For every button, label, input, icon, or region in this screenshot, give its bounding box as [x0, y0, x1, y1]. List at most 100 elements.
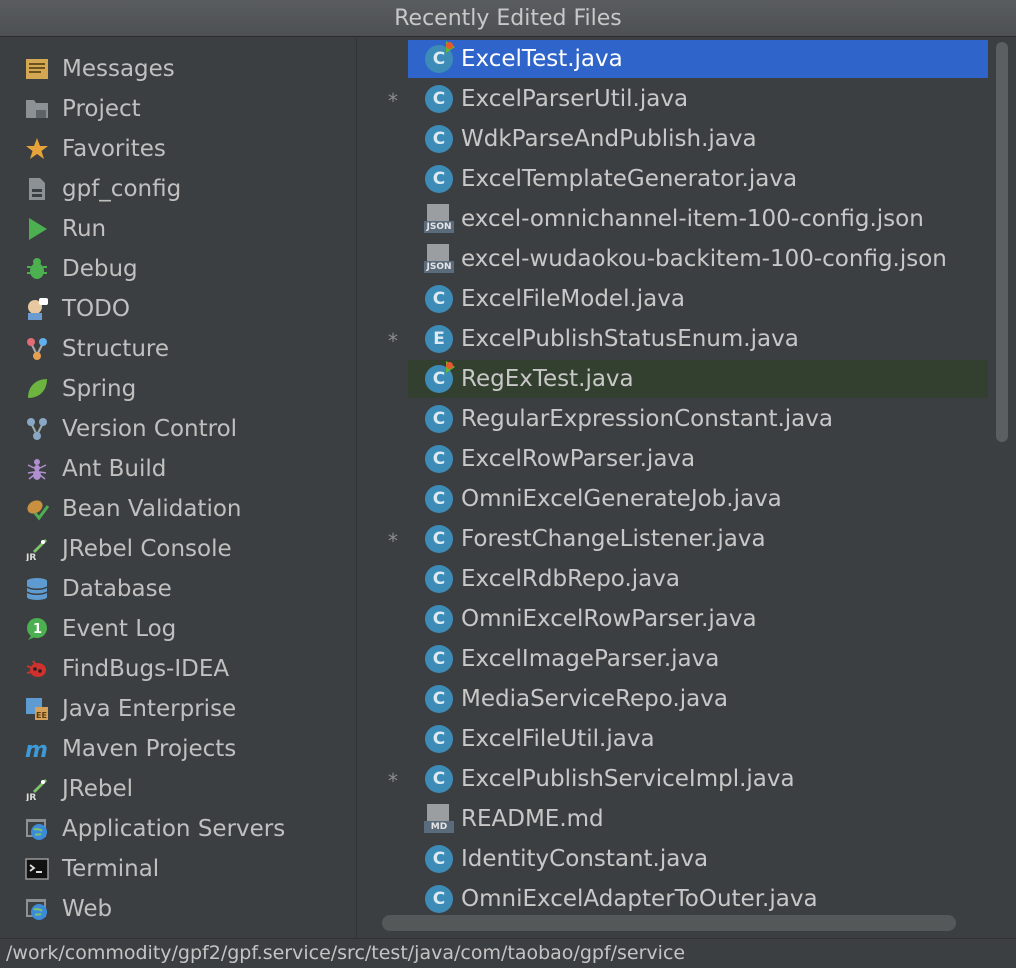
- tool-window-label: Event Log: [62, 616, 177, 642]
- terminal-icon: [24, 856, 50, 882]
- java-class-icon: C: [424, 684, 454, 714]
- recent-file-item[interactable]: C MediaServiceRepo.java: [408, 680, 988, 718]
- document-page: [427, 244, 449, 262]
- document-shape: JSON: [424, 204, 454, 234]
- tool-window-messages[interactable]: Messages: [0, 49, 356, 89]
- recent-file-item[interactable]: C ExcelTemplateGenerator.java: [408, 160, 988, 198]
- recent-file-item[interactable]: C WdkParseAndPublish.java: [408, 120, 988, 158]
- tool-window-debug[interactable]: Debug: [0, 249, 356, 289]
- tool-window-spring[interactable]: Spring: [0, 369, 356, 409]
- recent-file-item[interactable]: JSON excel-wudaokou-backitem-100-config.j…: [408, 240, 988, 278]
- tool-window-application-servers[interactable]: Application Servers: [0, 809, 356, 849]
- file-type-letter: C: [425, 605, 453, 633]
- recent-file-item[interactable]: C ForestChangeListener.java: [408, 520, 988, 558]
- file-type-letter: C: [425, 565, 453, 593]
- tool-window-run[interactable]: Run: [0, 209, 356, 249]
- svg-text:JR: JR: [25, 793, 36, 801]
- event-log-icon: 1: [24, 616, 50, 642]
- java-enum-icon: E: [424, 324, 454, 354]
- tool-window-structure[interactable]: Structure: [0, 329, 356, 369]
- tool-window-label: Java Enterprise: [62, 696, 237, 722]
- tool-window-gpf-config[interactable]: gpf_config: [0, 169, 356, 209]
- tool-window-terminal[interactable]: Terminal: [0, 849, 356, 889]
- recent-file-item[interactable]: C OmniExcelRowParser.java: [408, 600, 988, 638]
- svg-text:JR: JR: [25, 553, 36, 561]
- recent-file-item[interactable]: C ExcelImageParser.java: [408, 640, 988, 678]
- file-type-letter: C: [425, 885, 453, 913]
- recent-file-item[interactable]: C ExcelPublishServiceImpl.java: [408, 760, 988, 798]
- tool-window-findbugs-idea[interactable]: FindBugs-IDEA: [0, 649, 356, 689]
- java-class-icon: C: [424, 124, 454, 154]
- tool-window-label: JRebel: [62, 776, 134, 802]
- recent-file-item[interactable]: C RegularExpressionConstant.java: [408, 400, 988, 438]
- findbugs-icon: [24, 656, 50, 682]
- structure-icon: [24, 336, 50, 362]
- tool-window-database[interactable]: Database: [0, 569, 356, 609]
- ant-icon: [24, 456, 50, 482]
- tool-window-project[interactable]: Project: [0, 89, 356, 129]
- recent-file-item[interactable]: C ExcelRdbRepo.java: [408, 560, 988, 598]
- file-type-letter: E: [425, 325, 453, 353]
- tool-window-java-enterprise[interactable]: EE Java Enterprise: [0, 689, 356, 729]
- debug-bug-icon: [24, 256, 50, 282]
- file-name: MediaServiceRepo.java: [461, 686, 728, 712]
- tool-window-jrebel-console[interactable]: JR JRebel Console: [0, 529, 356, 569]
- tool-window-label: Ant Build: [62, 456, 167, 482]
- recent-file-item[interactable]: C RegExTest.java: [408, 360, 988, 398]
- recent-file-item[interactable]: C ExcelParserUtil.java: [408, 80, 988, 118]
- modified-indicator: *: [388, 329, 398, 353]
- java-class-icon: C: [424, 164, 454, 194]
- recent-file-item[interactable]: C OmniExcelGenerateJob.java: [408, 480, 988, 518]
- todo-icon: [24, 296, 50, 322]
- file-name: ExcelParserUtil.java: [461, 86, 689, 112]
- vertical-scrollbar[interactable]: [996, 42, 1008, 442]
- tool-window-label: FindBugs-IDEA: [62, 656, 230, 682]
- file-type-tag: JSON: [424, 221, 454, 233]
- java-class-icon: C: [424, 41, 455, 74]
- file-type-letter: C: [425, 445, 453, 473]
- tool-window-maven-projects[interactable]: m Maven Projects: [0, 729, 356, 769]
- tool-window-list: Messages Project Favorites gpf_config Run Deb…: [0, 38, 357, 938]
- favorites-star-icon: [24, 136, 50, 162]
- tool-window-label: Structure: [62, 336, 169, 362]
- recent-file-item[interactable]: C OmniExcelAdapterToOuter.java: [408, 880, 988, 918]
- recent-file-item[interactable]: C ExcelRowParser.java: [408, 440, 988, 478]
- svg-text:EE: EE: [36, 711, 47, 720]
- recent-file-item[interactable]: C ExcelTest.java: [408, 40, 988, 78]
- horizontal-scrollbar[interactable]: [382, 915, 956, 931]
- tool-window-favorites[interactable]: Favorites: [0, 129, 356, 169]
- tool-window-jrebel[interactable]: JR JRebel: [0, 769, 356, 809]
- java-class-icon: C: [424, 884, 454, 914]
- recent-file-item[interactable]: C ExcelFileUtil.java: [408, 720, 988, 758]
- tool-window-todo[interactable]: TODO: [0, 289, 356, 329]
- file-type-letter: C: [425, 485, 453, 513]
- project-icon: [24, 96, 50, 122]
- file-type-letter: C: [425, 165, 453, 193]
- recent-file-item[interactable]: JSON excel-omnichannel-item-100-config.js…: [408, 200, 988, 238]
- java-class-icon: C: [424, 444, 454, 474]
- tool-window-event-log[interactable]: 1 Event Log: [0, 609, 356, 649]
- run-icon: [24, 216, 50, 242]
- markdown-file-icon: MD: [424, 804, 454, 834]
- jrebel-icon: JR: [24, 776, 50, 802]
- file-name: ExcelPublishServiceImpl.java: [461, 766, 795, 792]
- tool-window-label: Project: [62, 96, 141, 122]
- tool-window-label: gpf_config: [62, 176, 182, 202]
- spring-leaf-icon: [24, 376, 50, 402]
- tool-window-label: Run: [62, 216, 107, 242]
- recent-file-item[interactable]: C IdentityConstant.java: [408, 840, 988, 878]
- tool-window-label: Messages: [62, 56, 175, 82]
- java-class-icon: C: [424, 644, 454, 674]
- tool-window-ant-build[interactable]: Ant Build: [0, 449, 356, 489]
- version-control-icon: [24, 416, 50, 442]
- recent-file-item[interactable]: MD README.md: [408, 800, 988, 838]
- recent-file-item[interactable]: E ExcelPublishStatusEnum.java: [408, 320, 988, 358]
- tool-window-bean-validation[interactable]: Bean Validation: [0, 489, 356, 529]
- tool-window-label: Favorites: [62, 136, 166, 162]
- file-name: RegExTest.java: [461, 366, 634, 392]
- recent-file-item[interactable]: C ExcelFileModel.java: [408, 280, 988, 318]
- file-name: ExcelFileModel.java: [461, 286, 685, 312]
- file-name: ForestChangeListener.java: [461, 526, 766, 552]
- tool-window-web[interactable]: Web: [0, 889, 356, 929]
- tool-window-version-control[interactable]: Version Control: [0, 409, 356, 449]
